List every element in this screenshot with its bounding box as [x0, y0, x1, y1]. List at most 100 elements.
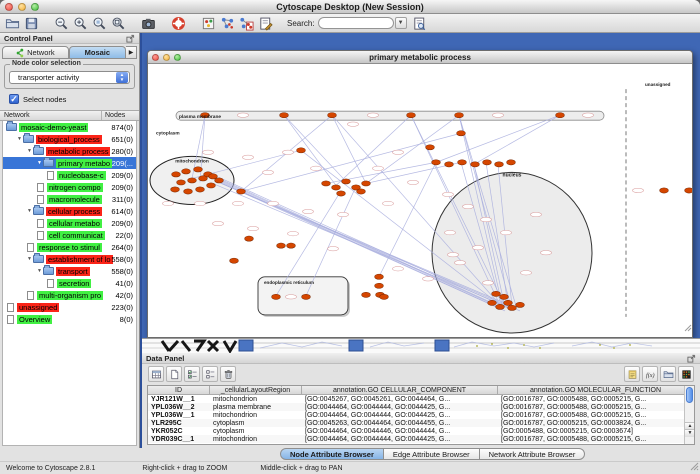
delete-attribute-icon[interactable]: [220, 366, 236, 382]
graph-node[interactable]: [230, 258, 239, 263]
scroll-down-arrow[interactable]: ▼: [685, 429, 695, 437]
graph-node[interactable]: [171, 187, 180, 192]
graph-node[interactable]: [196, 187, 205, 192]
table-row[interactable]: YPL036W__1mitochondrion[GO:0044464, GO:0…: [148, 411, 694, 419]
graph-node[interactable]: [407, 113, 416, 118]
browser-tab-edge[interactable]: Edge Attribute Browser: [383, 448, 480, 460]
graph-edge[interactable]: [436, 115, 560, 162]
tree-row[interactable]: Overview8(0): [3, 313, 136, 325]
graph-node[interactable]: [357, 189, 366, 194]
graph-node[interactable]: [337, 191, 346, 196]
help-icon[interactable]: [171, 16, 186, 31]
graph-node[interactable]: [199, 176, 208, 181]
expand-arrow-icon[interactable]: ▼: [36, 268, 43, 274]
graph-node[interactable]: [245, 236, 254, 241]
graph-edge[interactable]: [241, 133, 461, 191]
column-header[interactable]: ID: [148, 386, 210, 394]
tree-row[interactable]: response to stimul264(0): [3, 241, 136, 253]
graph-node[interactable]: [660, 188, 669, 193]
expand-arrow-icon[interactable]: ▼: [26, 256, 33, 262]
column-header[interactable]: annotation.GO MOLECULAR_FUNCTION: [498, 386, 694, 394]
float-panel-icon[interactable]: [126, 34, 135, 43]
open-icon[interactable]: [5, 16, 20, 31]
tree-row[interactable]: ▼cellular process614(0): [3, 205, 136, 217]
graph-node[interactable]: [287, 243, 296, 248]
graph-node[interactable]: [500, 294, 509, 299]
graph-node[interactable]: [322, 181, 331, 186]
graph-node[interactable]: [496, 304, 505, 309]
node-color-dropdown[interactable]: transporter activity ▲▼: [9, 71, 130, 84]
tree-row[interactable]: nitrogen compo209(0): [3, 181, 136, 193]
function-icon[interactable]: f(x): [642, 366, 658, 382]
search-dropdown-button[interactable]: ▼: [395, 17, 407, 29]
graph-node[interactable]: [302, 294, 311, 299]
graph-node[interactable]: [483, 160, 492, 165]
expand-arrow-icon[interactable]: ▼: [36, 160, 43, 166]
zoom-selected-icon[interactable]: [92, 16, 107, 31]
tree-row[interactable]: secretion41(0): [3, 277, 136, 289]
tab-mosaic[interactable]: Mosaic: [69, 46, 126, 59]
notepad-icon[interactable]: [624, 366, 640, 382]
tree-row[interactable]: nucleobase-c209(0): [3, 169, 136, 181]
graph-node[interactable]: [380, 294, 389, 299]
table-row[interactable]: YPL036W__2plasma membrane[GO:0044464, GO…: [148, 403, 694, 411]
zoom-fit-icon[interactable]: [111, 16, 126, 31]
tree-row[interactable]: cell communicat22(0): [3, 229, 136, 241]
graph-node[interactable]: [508, 305, 517, 310]
graph-node[interactable]: [488, 300, 497, 305]
graph-node[interactable]: [495, 162, 504, 167]
graph-node[interactable]: [184, 189, 193, 194]
tree-row[interactable]: unassigned223(0): [3, 301, 136, 313]
tree-row[interactable]: ▼primary metabo209(...: [3, 157, 136, 169]
tree-row[interactable]: ▼establishment of lo558(0): [3, 253, 136, 265]
graph-node[interactable]: [375, 283, 384, 288]
zoom-out-icon[interactable]: [54, 16, 69, 31]
expand-arrow-icon[interactable]: ▼: [26, 208, 33, 214]
tab-network[interactable]: Network: [2, 46, 69, 59]
expand-arrow-icon[interactable]: ▼: [26, 148, 33, 154]
graph-edge[interactable]: [379, 162, 436, 276]
graph-node[interactable]: [362, 292, 371, 297]
graph-node[interactable]: [172, 172, 181, 177]
graph-node[interactable]: [457, 131, 466, 136]
graph-node[interactable]: [445, 162, 454, 167]
table-row[interactable]: YKR052Ccytoplasm[GO:0044464, GO:0044446,…: [148, 427, 694, 435]
tree-row[interactable]: mosaic-demo-yeast874(0): [3, 121, 136, 133]
column-header[interactable]: annotation.GO CELLULAR_COMPONENT: [302, 386, 498, 394]
graph-node[interactable]: [504, 300, 513, 305]
table-row[interactable]: YLR295Ccytoplasm[GO:0045263, GO:0044464,…: [148, 419, 694, 427]
float-data-panel-icon[interactable]: [687, 354, 696, 363]
graph-edge[interactable]: [474, 115, 560, 164]
graph-node[interactable]: [188, 178, 197, 183]
tree-row[interactable]: ▼transport558(0): [3, 265, 136, 277]
frame-resize-grip[interactable]: [683, 319, 692, 337]
browser-tab-node[interactable]: Node Attribute Browser: [280, 448, 384, 460]
attribute-batch-icon[interactable]: [202, 366, 218, 382]
select-attributes-icon[interactable]: [184, 366, 200, 382]
graph-node[interactable]: [362, 181, 371, 186]
graph-node[interactable]: [375, 274, 384, 279]
graph-node[interactable]: [194, 167, 203, 172]
import-attributes-icon[interactable]: [660, 366, 676, 382]
snapshot-icon[interactable]: [141, 16, 156, 31]
graph-node[interactable]: [272, 294, 281, 299]
graph-node[interactable]: [455, 113, 464, 118]
column-header[interactable]: _cellularLayoutRegion: [210, 386, 302, 394]
tree-row[interactable]: multi-organism pro42(0): [3, 289, 136, 301]
graph-node[interactable]: [215, 178, 224, 183]
table-row[interactable]: YJR121W__1mitochondrion[GO:0045267, GO:0…: [148, 395, 694, 403]
network-create-icon[interactable]: [220, 16, 235, 31]
save-icon[interactable]: [24, 16, 39, 31]
tab-overflow-button[interactable]: ▶: [126, 46, 137, 59]
table-row[interactable]: YDR039C__1mitochondrion[GO:0044464, GO:0…: [148, 435, 694, 443]
graph-node[interactable]: [507, 160, 516, 165]
annotation-icon[interactable]: [258, 16, 273, 31]
network-canvas[interactable]: plasma membrane cytoplasm mitochondrion …: [148, 64, 692, 337]
graph-node[interactable]: [207, 183, 216, 188]
expand-arrow-icon[interactable]: ▼: [16, 136, 23, 142]
graph-node[interactable]: [182, 169, 191, 174]
matrix-icon[interactable]: [678, 366, 694, 382]
window-resize-grip[interactable]: [689, 461, 699, 473]
select-nodes-checkbox[interactable]: ✓: [9, 94, 19, 104]
browser-tab-network[interactable]: Network Attribute Browser: [479, 448, 586, 460]
